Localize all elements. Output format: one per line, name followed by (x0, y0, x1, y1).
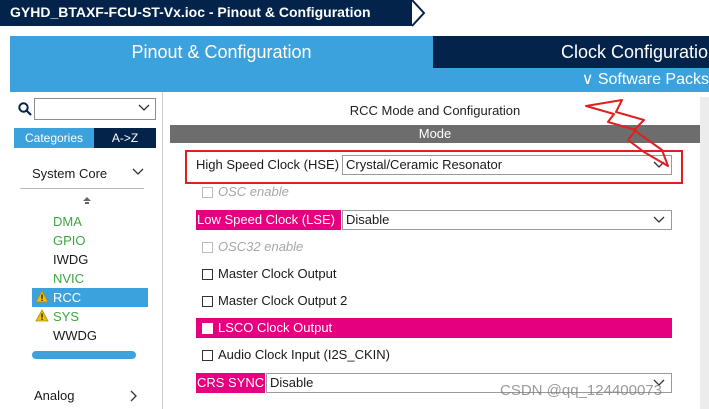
category-system-core[interactable]: System Core (20, 158, 144, 189)
mco2-label: Master Clock Output 2 (218, 293, 348, 308)
tab-a-to-z[interactable]: A->Z (94, 128, 156, 148)
category-label: System Core (32, 166, 108, 181)
tab-pinout-configuration[interactable]: Pinout & Configuration (10, 36, 433, 68)
osc32-enable-label: OSC32 enable (218, 239, 304, 254)
tab-clock-configuration[interactable]: Clock Configuration (433, 36, 709, 68)
tree-scrollbar[interactable] (32, 351, 136, 359)
tree-item-gpio[interactable]: GPIO (53, 231, 86, 250)
tree-item-iwdg[interactable]: IWDG (53, 250, 88, 269)
tree-item-wwdg[interactable]: WWDG (53, 326, 97, 345)
sub-toolbar: ∨ Software Packs (10, 68, 709, 92)
chevron-right-icon (130, 390, 137, 402)
warning-icon (35, 309, 49, 322)
window-title: GYHD_BTAXF-FCU-ST-Vx.ioc - Pinout & Conf… (0, 0, 412, 26)
software-packs-menu[interactable]: ∨ Software Packs (582, 68, 709, 92)
breadcrumb-arrow-icon (411, 0, 426, 27)
tree-item-dma[interactable]: DMA (53, 212, 82, 231)
right-edge-strip (700, 97, 709, 409)
warning-icon (35, 290, 49, 303)
lsco-checkbox[interactable] (202, 323, 213, 334)
osc-enable-checkbox (202, 187, 213, 198)
crs-sync-label: CRS SYNC (196, 373, 265, 393)
lse-label: Low Speed Clock (LSE) (196, 210, 341, 230)
main-tabs: Pinout & Configuration Clock Configurati… (10, 36, 709, 68)
annotation-lightning-arrow-icon (585, 99, 669, 167)
tree-item-nvic[interactable]: NVIC (53, 269, 84, 288)
search-combo[interactable] (34, 98, 156, 120)
watermark: CSDN @qq_124400073 (500, 382, 663, 399)
chevron-down-icon (132, 168, 144, 175)
mco2-checkbox[interactable] (202, 296, 213, 307)
component-tree-panel: Categories A->Z System Core DMA GPIO IWD… (10, 92, 163, 409)
mco-checkbox[interactable] (202, 269, 213, 280)
tree-item-rcc[interactable]: RCC (32, 288, 148, 307)
osc-enable-label: OSC enable (218, 184, 289, 199)
search-icon (18, 102, 32, 116)
mco-label: Master Clock Output (218, 266, 337, 281)
audio-clock-checkbox[interactable] (202, 350, 213, 361)
chevron-down-icon (138, 104, 150, 111)
lse-select[interactable]: Disable (342, 210, 672, 230)
audio-clock-label: Audio Clock Input (I2S_CKIN) (218, 347, 390, 362)
tree-item-sys[interactable]: SYS (53, 307, 79, 326)
tab-categories[interactable]: Categories (14, 128, 94, 148)
lsco-label: LSCO Clock Output (218, 320, 333, 335)
osc32-enable-checkbox (202, 242, 213, 253)
crs-sync-value: Disable (270, 375, 314, 390)
chevron-down-icon (653, 216, 665, 223)
lse-value: Disable (346, 212, 390, 227)
scroll-up-icon[interactable] (82, 196, 92, 206)
category-analog[interactable]: Analog (34, 388, 74, 403)
